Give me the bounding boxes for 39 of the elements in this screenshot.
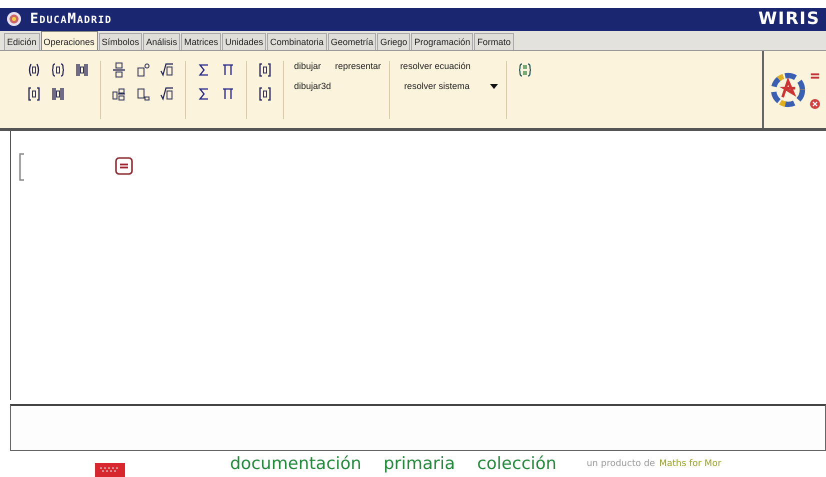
- tab[interactable]: Unidades: [222, 33, 266, 50]
- tab[interactable]: Programación: [411, 33, 474, 50]
- plot-command[interactable]: dibujar: [294, 61, 322, 72]
- tab[interactable]: Geometría: [328, 33, 376, 50]
- plot-command[interactable]: representar: [335, 61, 382, 72]
- nth-root-icon[interactable]: [159, 85, 175, 104]
- output-field[interactable]: [10, 404, 826, 452]
- tab[interactable]: Griego: [377, 33, 410, 50]
- solve-command[interactable]: resolver ecuación: [400, 61, 471, 72]
- tab[interactable]: Análisis: [143, 33, 180, 50]
- equals-button-icon[interactable]: [115, 157, 133, 176]
- fraction-icon[interactable]: [111, 61, 127, 80]
- square-root-icon[interactable]: [159, 61, 175, 80]
- credit-text: un producto de: [586, 459, 656, 470]
- tab[interactable]: Símbolos: [98, 33, 142, 50]
- brand-name: EducaMadrid: [30, 11, 112, 28]
- braces-icon[interactable]: [50, 61, 66, 80]
- plot-command[interactable]: dibujar3d: [294, 81, 332, 92]
- footer-link[interactable]: colección: [477, 454, 557, 474]
- tab[interactable]: Edición: [4, 33, 40, 50]
- tab[interactable]: Matrices: [181, 33, 222, 50]
- matrix-icon[interactable]: [257, 61, 273, 80]
- vector-icon[interactable]: [257, 85, 273, 104]
- equals-icon[interactable]: [810, 70, 820, 81]
- footer-link[interactable]: documentación: [230, 454, 362, 474]
- brackets-icon[interactable]: [26, 85, 42, 104]
- close-icon[interactable]: [810, 98, 820, 109]
- solve-command[interactable]: resolver sistema: [404, 81, 470, 92]
- caret-icon[interactable]: [490, 84, 498, 89]
- tab[interactable]: Combinatoria: [267, 33, 327, 50]
- flag-logo-icon: [95, 463, 125, 477]
- ring-logo-icon: [770, 72, 806, 108]
- tab[interactable]: Formato: [474, 33, 514, 50]
- power-icon[interactable]: [135, 61, 151, 80]
- product-name: WIRIS: [758, 9, 820, 30]
- tab[interactable]: Operaciones: [40, 31, 98, 50]
- footer-link[interactable]: primaria: [383, 454, 456, 474]
- braces-matrix-icon[interactable]: [516, 61, 533, 80]
- input-bracket-icon: [19, 153, 25, 182]
